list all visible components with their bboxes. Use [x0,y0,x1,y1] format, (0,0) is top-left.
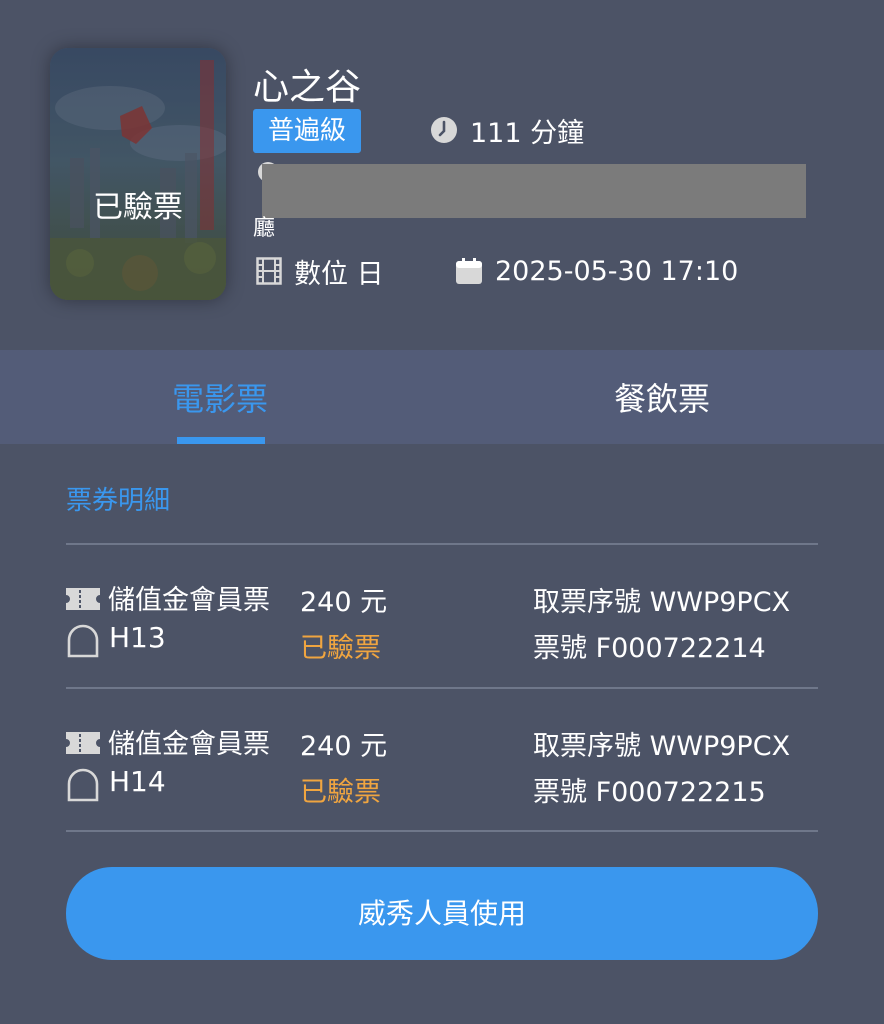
divider [66,830,818,832]
ticket-type: 儲值金會員票 [108,729,270,760]
ticket-number: 票號 F000722215 [533,777,766,808]
showtime-text: 2025-05-30 17:10 [495,255,739,287]
poster-status-label: 已驗票 [93,190,183,225]
movie-header: 已驗票 心之谷 普遍級 111 分鐘 廳 數位 日 2025-05-30 17:… [0,0,884,350]
pickup-code: 取票序號 WWP9PCX [533,587,791,618]
poster-artwork [50,48,226,300]
tab-food-tickets[interactable]: 餐飲票 [562,350,762,444]
ticket-price: 240 元 [300,731,388,762]
movie-poster: 已驗票 [50,48,226,300]
rating-badge: 普遍級 [253,109,361,153]
seat-number: H14 [109,765,166,798]
ticket-icon [66,588,100,610]
format-text: 數位 日 [294,258,384,290]
ticket-row: 儲值金會員票 240 元 取票序號 WWP9PCX H14 已驗票 票號 F00… [0,712,884,832]
pickup-code: 取票序號 WWP9PCX [533,731,791,762]
seat-number: H13 [109,621,166,654]
calendar-icon [456,258,482,284]
divider [66,543,818,545]
ticket-status: 已驗票 [300,633,381,664]
ticket-icon [66,732,100,754]
ticket-type: 儲值金會員票 [108,585,270,616]
staff-use-button[interactable]: 威秀人員使用 [66,867,818,960]
movie-title: 心之谷 [253,67,362,108]
ticket-tabs: 電影票 餐飲票 [0,350,884,444]
showtime-info: 2025-05-30 17:10 [455,253,738,289]
seat-icon [67,624,99,658]
duration-text: 111 分鐘 [470,117,585,149]
format-info: 數位 日 [256,253,384,290]
divider [66,687,818,689]
section-title: 票券明細 [66,486,171,516]
tab-movie-tickets[interactable]: 電影票 [120,350,320,444]
active-tab-indicator [177,437,265,444]
redacted-block [262,164,806,218]
duration-info: 111 分鐘 [430,113,585,149]
ticket-row: 儲值金會員票 240 元 取票序號 WWP9PCX H13 已驗票 票號 F00… [0,568,884,688]
ticket-price: 240 元 [300,587,388,618]
hall-label: 廳 [253,216,276,241]
ticket-number: 票號 F000722214 [533,633,766,664]
ticket-status: 已驗票 [300,777,381,808]
seat-icon [67,768,99,802]
film-icon [256,257,282,285]
clock-icon [431,117,457,143]
